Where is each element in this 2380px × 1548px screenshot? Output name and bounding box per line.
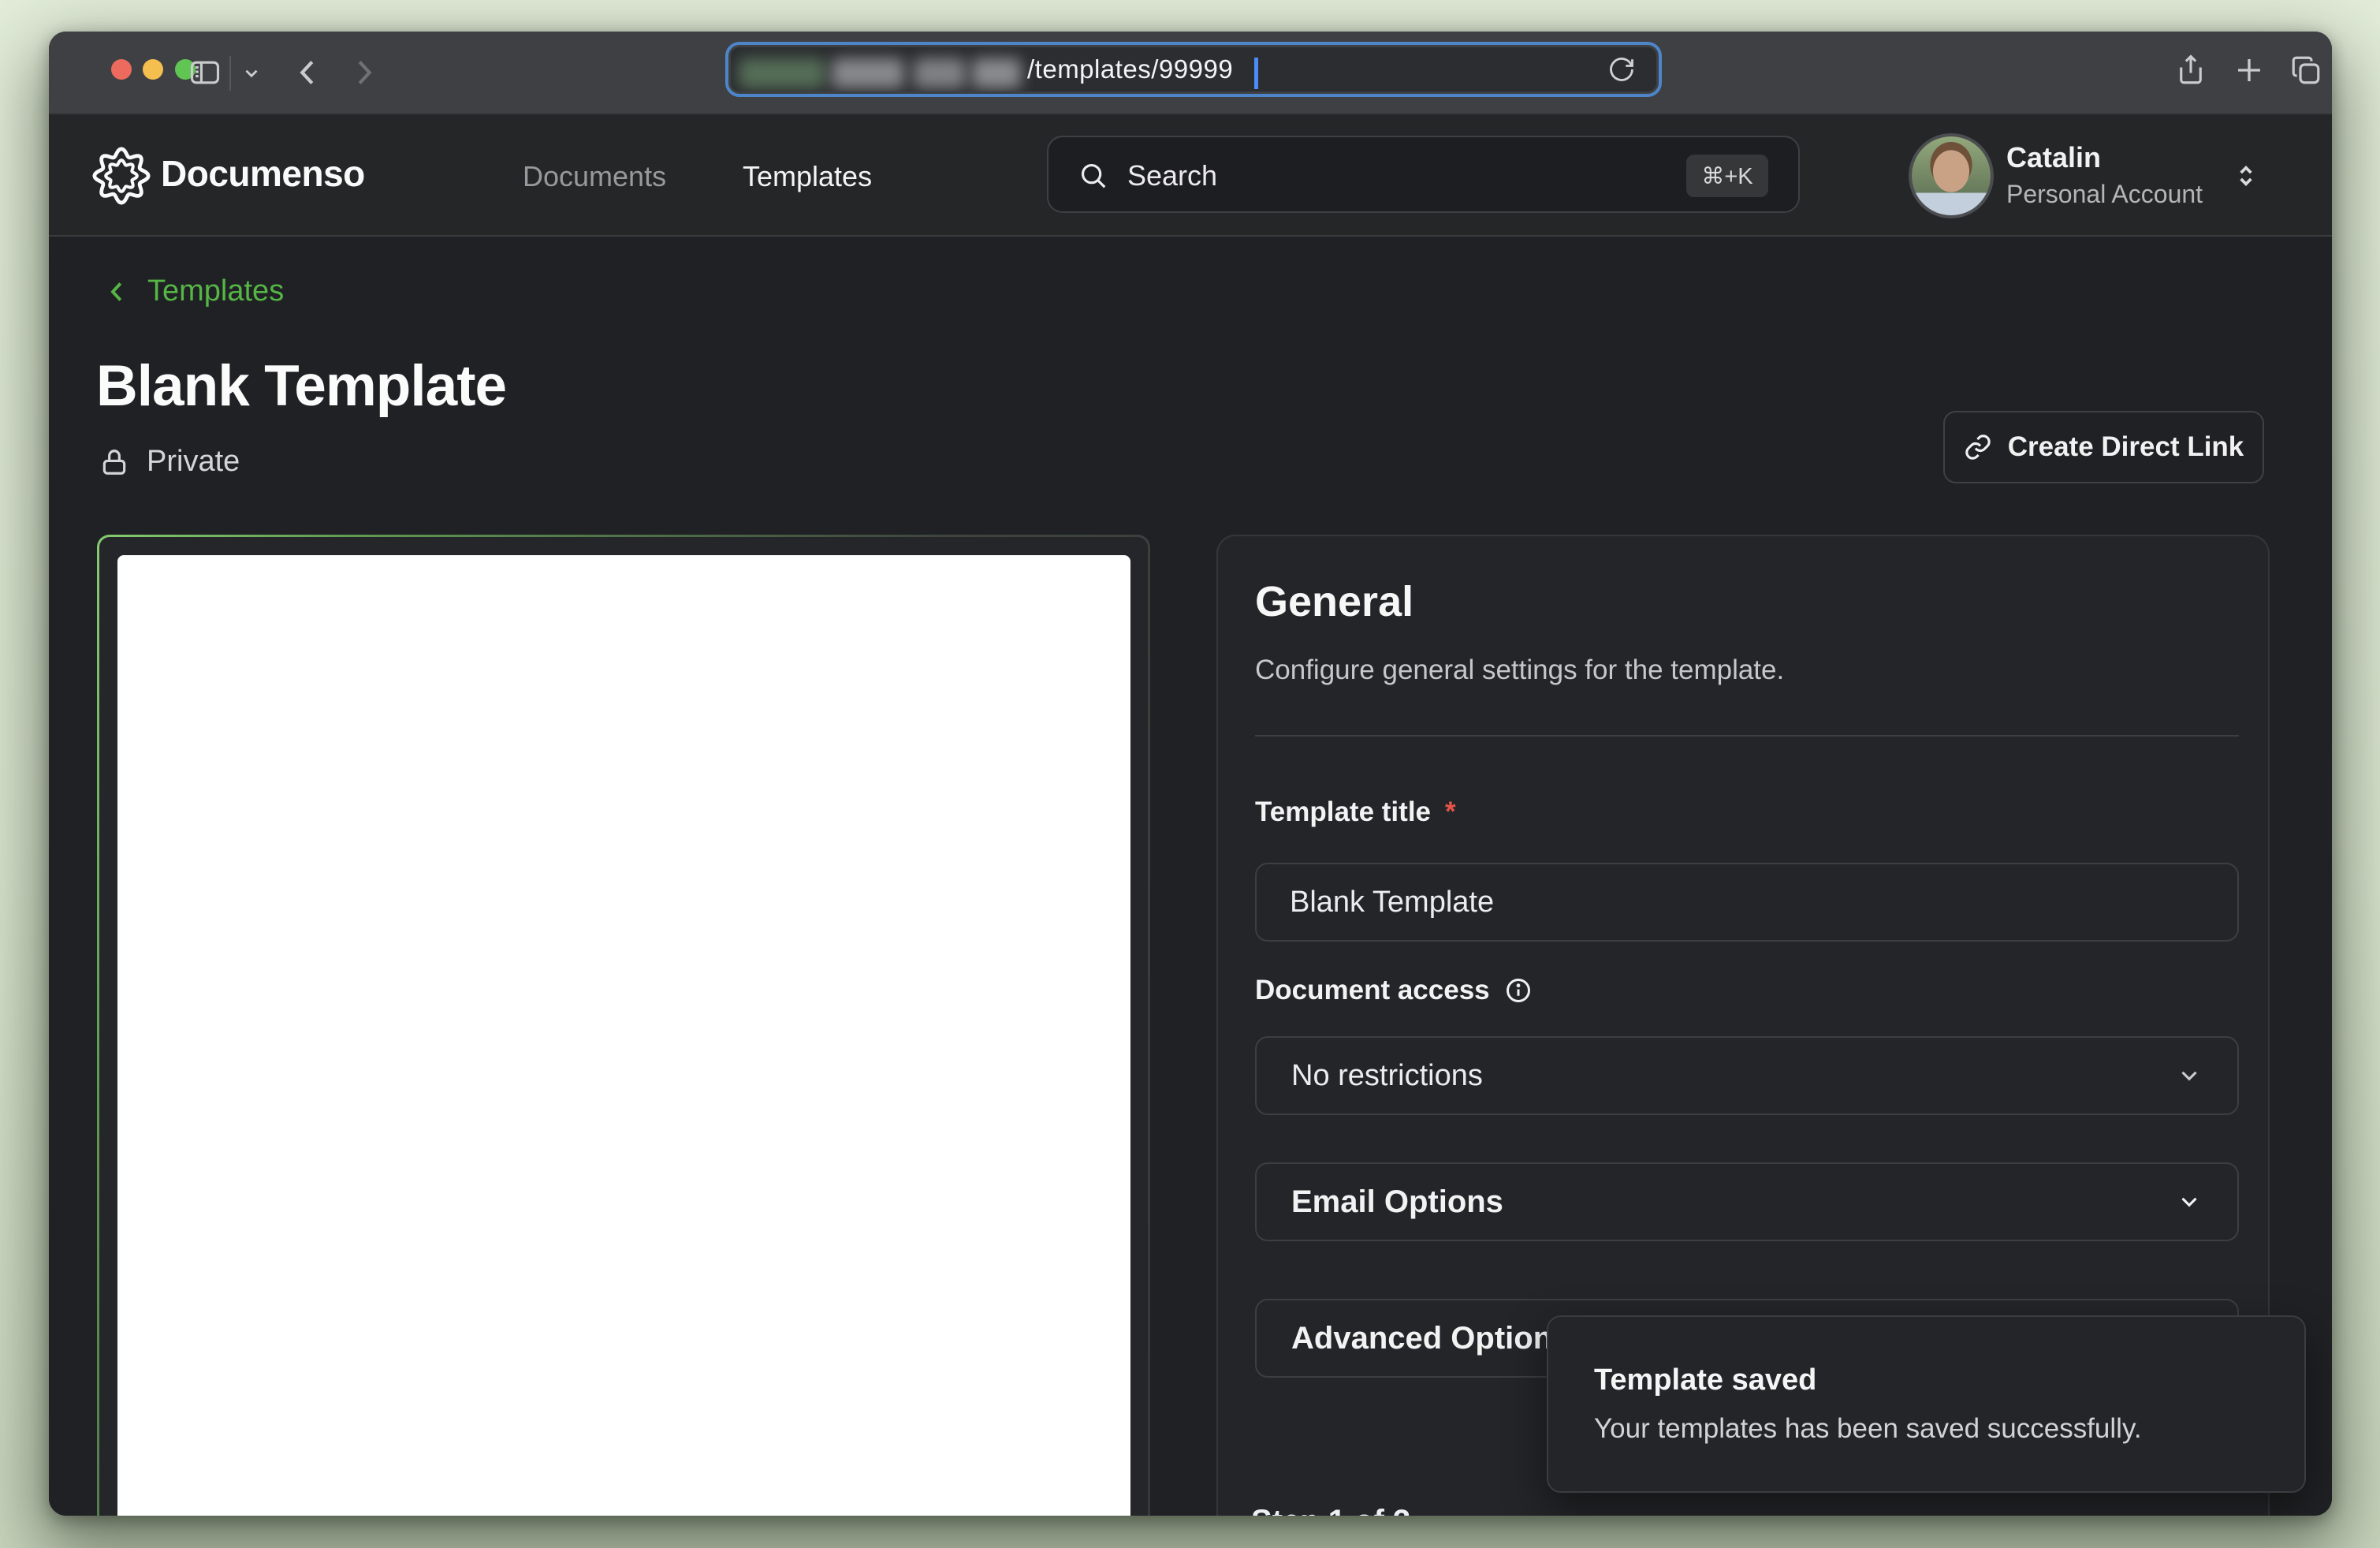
account-chevron-updown-icon[interactable] <box>2231 161 2261 191</box>
url-path-text: /templates/99999 <box>1027 47 1233 91</box>
document-access-label-row: Document access <box>1255 975 2239 1006</box>
address-bar[interactable]: /templates/99999 <box>725 42 1662 97</box>
sidebar-toggle-icon[interactable] <box>188 55 222 90</box>
minimize-window-button[interactable] <box>143 59 163 80</box>
blurred-domain-segment <box>739 58 825 88</box>
chevron-left-icon <box>103 278 132 306</box>
sidebar-chevron-down-icon[interactable] <box>241 63 262 84</box>
create-direct-link-label: Create Direct Link <box>2008 431 2244 463</box>
chevron-down-icon <box>2176 1062 2203 1089</box>
search-placeholder: Search <box>1127 159 1217 192</box>
divider <box>1255 735 2239 737</box>
blurred-domain-segment <box>972 58 1021 88</box>
document-preview-card <box>97 535 1150 1516</box>
breadcrumb[interactable]: Templates <box>103 274 284 308</box>
search-shortcut-badge: ⌘+K <box>1686 155 1768 197</box>
back-button[interactable] <box>290 54 326 91</box>
forward-button[interactable] <box>345 54 382 91</box>
toolbar-divider <box>229 56 231 91</box>
reload-icon[interactable] <box>1607 47 1636 91</box>
blurred-domain-segment <box>832 58 904 88</box>
main-content: Templates Blank Template Private Create … <box>49 237 2332 1516</box>
documenso-logo-icon <box>91 146 151 206</box>
browser-window: /templates/99999 <box>49 32 2332 1516</box>
search-icon <box>1078 161 1108 191</box>
app-header: Documenso Documents Templates Search ⌘+K… <box>49 115 2332 237</box>
panel-heading: General <box>1255 577 2239 626</box>
email-options-label: Email Options <box>1291 1184 1503 1220</box>
page-title: Blank Template <box>96 353 506 419</box>
browser-toolbar: /templates/99999 <box>49 32 2332 115</box>
step-indicator: Step 1 of 3 <box>1251 1504 1410 1516</box>
nav-templates[interactable]: Templates <box>743 160 872 193</box>
close-window-button[interactable] <box>111 59 132 80</box>
nav-documents[interactable]: Documents <box>523 160 666 193</box>
advanced-options-label: Advanced Options <box>1291 1321 1570 1356</box>
link-icon <box>1964 433 1992 461</box>
template-title-label: Template title <box>1255 796 1431 828</box>
required-marker: * <box>1445 796 1456 828</box>
create-direct-link-button[interactable]: Create Direct Link <box>1943 411 2264 483</box>
email-options-section[interactable]: Email Options <box>1255 1162 2239 1241</box>
panel-description: Configure general settings for the templ… <box>1255 655 2239 686</box>
document-access-label: Document access <box>1255 975 1490 1006</box>
toast-message: Your templates has been saved successful… <box>1594 1413 2259 1445</box>
chevron-down-icon <box>2176 1188 2203 1215</box>
search-input[interactable]: Search ⌘+K <box>1047 136 1800 213</box>
document-preview-page <box>117 555 1130 1516</box>
text-cursor <box>1254 58 1258 89</box>
toast-title: Template saved <box>1594 1363 2259 1397</box>
template-title-input[interactable] <box>1255 863 2239 942</box>
template-title-label-row: Template title * <box>1255 796 2239 828</box>
visibility-row: Private <box>99 445 240 479</box>
share-icon[interactable] <box>2174 54 2207 87</box>
document-access-select[interactable]: No restrictions <box>1255 1036 2239 1115</box>
visibility-label: Private <box>147 445 240 479</box>
avatar[interactable] <box>1912 136 1991 215</box>
brand-name: Documenso <box>161 152 365 195</box>
account-type: Personal Account <box>2006 180 2203 209</box>
document-access-value: No restrictions <box>1291 1059 1483 1093</box>
account-name: Catalin <box>2006 141 2101 174</box>
blurred-domain-segment <box>914 58 966 88</box>
lock-icon <box>99 447 129 477</box>
tab-overview-icon[interactable] <box>2289 54 2322 87</box>
toast-notification: Template saved Your templates has been s… <box>1547 1315 2306 1493</box>
breadcrumb-label: Templates <box>147 274 284 308</box>
new-tab-icon[interactable] <box>2233 54 2266 87</box>
info-icon[interactable] <box>1504 976 1533 1005</box>
